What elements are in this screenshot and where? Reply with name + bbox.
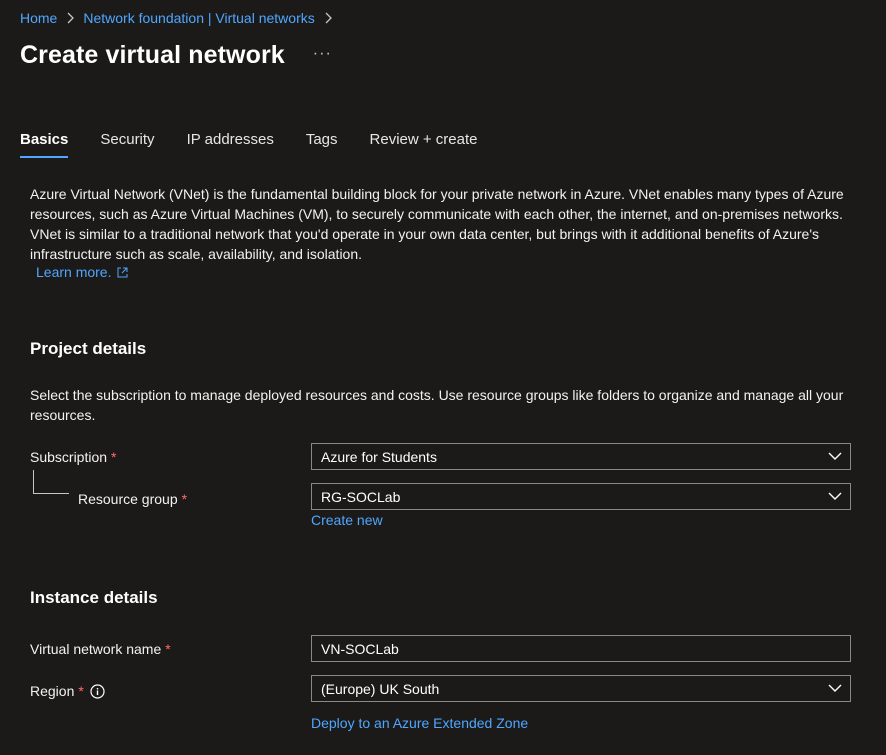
chevron-right-icon [324,12,332,24]
required-marker: * [165,641,171,657]
create-new-resource-group-link[interactable]: Create new [311,512,383,528]
breadcrumb-home[interactable]: Home [20,10,57,26]
project-details-description: Select the subscription to manage deploy… [30,387,844,423]
info-icon[interactable] [90,683,105,699]
region-select[interactable]: (Europe) UK South [311,675,851,702]
learn-more-label: Learn more. [36,264,112,280]
title-row: Create virtual network ··· [20,41,332,70]
subscription-select[interactable]: Azure for Students [311,443,851,470]
tab-review-create[interactable]: Review + create [370,131,478,158]
subscription-label-text: Subscription [30,449,108,465]
vnet-name-value: VN-SOCLab [321,640,399,657]
external-link-icon [117,267,128,277]
vnet-name-input[interactable]: VN-SOCLab [311,635,851,662]
required-marker: * [111,449,117,465]
tab-ip-addresses[interactable]: IP addresses [187,131,274,158]
region-label: Region * [30,683,105,699]
region-label-text: Region [30,683,75,699]
tab-security[interactable]: Security [100,131,154,158]
instance-details-heading: Instance details [30,588,158,607]
breadcrumb-virtual-networks[interactable]: Network foundation | Virtual networks [83,10,314,26]
intro-text: Azure Virtual Network (VNet) is the fund… [30,186,844,262]
subscription-value: Azure for Students [321,448,437,465]
create-vnet-page: Home Network foundation | Virtual networ… [0,0,886,755]
project-details-heading: Project details [30,339,147,358]
required-marker: * [181,491,188,507]
chevron-down-icon [828,492,842,500]
resource-group-label: Resource group * [78,491,187,507]
chevron-right-icon [66,12,75,24]
tab-bar: Basics Security IP addresses Tags Review… [20,131,510,158]
extended-zone-link[interactable]: Deploy to an Azure Extended Zone [311,715,528,731]
more-options-button[interactable]: ··· [313,45,332,67]
chevron-down-icon [828,452,842,460]
page-title: Create virtual network [20,41,285,69]
breadcrumb: Home Network foundation | Virtual networ… [20,10,341,26]
tab-basics[interactable]: Basics [20,131,69,158]
region-value: (Europe) UK South [321,680,440,697]
resource-group-value: RG-SOCLab [321,488,401,505]
vnet-name-label-text: Virtual network name [30,641,162,657]
tree-connector [33,470,69,494]
chevron-down-icon [828,684,842,692]
resource-group-select[interactable]: RG-SOCLab [311,483,851,510]
required-marker: * [78,683,84,699]
resource-group-label-text: Resource group [78,491,178,507]
tab-tags[interactable]: Tags [306,131,338,158]
subscription-label: Subscription * [30,449,117,465]
learn-more-link[interactable]: Learn more. [36,264,128,280]
vnet-name-label: Virtual network name * [30,641,171,657]
